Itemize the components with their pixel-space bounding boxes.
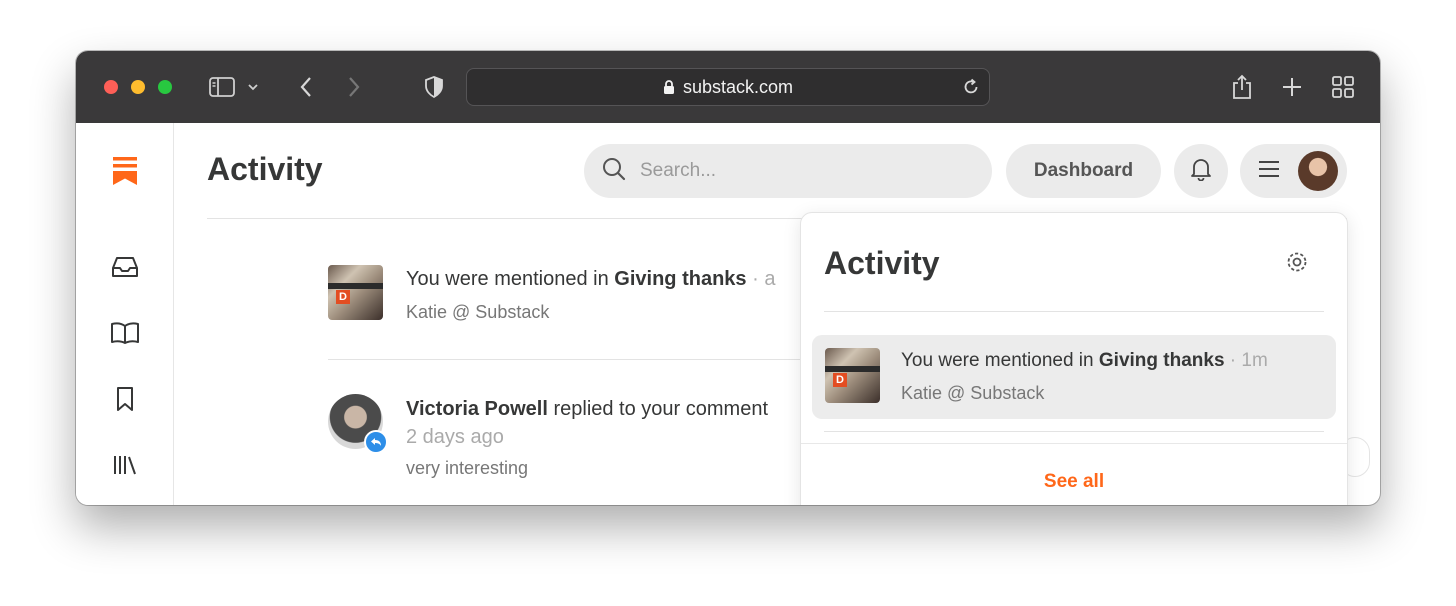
post-title[interactable]: Giving thanks xyxy=(614,268,746,290)
library-icon[interactable] xyxy=(111,451,139,479)
book-open-icon[interactable] xyxy=(111,319,139,347)
activity-text: You were mentioned in Giving thanks · 1m xyxy=(901,350,1268,371)
activity-text: You were mentioned in Giving thanks · a xyxy=(406,268,776,290)
close-window-button[interactable] xyxy=(104,80,118,94)
url-text: substack.com xyxy=(682,76,794,97)
hamburger-menu-icon xyxy=(1258,160,1280,183)
panel-title: Activity xyxy=(824,245,940,281)
minimize-window-button[interactable] xyxy=(131,80,145,94)
zoom-window-button[interactable] xyxy=(158,80,172,94)
activity-time: 1m xyxy=(1241,350,1268,371)
gear-icon[interactable] xyxy=(1283,248,1311,276)
share-icon[interactable] xyxy=(1228,73,1256,101)
lock-icon xyxy=(663,79,675,95)
shield-icon[interactable] xyxy=(420,73,448,101)
search-input[interactable] xyxy=(640,160,960,182)
see-all-link[interactable]: See all xyxy=(801,471,1347,493)
back-arrow-icon[interactable] xyxy=(292,73,320,101)
account-menu-button[interactable] xyxy=(1240,144,1347,198)
activity-dropdown-panel: Activity D You were mentioned in Giving … xyxy=(800,212,1348,505)
tab-overview-icon[interactable] xyxy=(1329,73,1357,101)
new-tab-icon[interactable] xyxy=(1278,73,1306,101)
bell-icon xyxy=(1190,157,1212,186)
post-thumbnail: D xyxy=(328,265,383,320)
browser-titlebar: substack.com xyxy=(76,51,1380,123)
activity-source: Katie @ Substack xyxy=(901,383,1045,403)
panel-divider xyxy=(824,431,1324,432)
panel-divider xyxy=(824,311,1324,312)
activity-text: Victoria Powell replied to your comment xyxy=(406,398,769,420)
post-title[interactable]: Giving thanks xyxy=(1099,350,1225,371)
substack-logo-icon[interactable] xyxy=(111,157,139,185)
left-sidebar xyxy=(76,123,174,505)
comment-text: very interesting xyxy=(406,458,529,478)
dashboard-button[interactable]: Dashboard xyxy=(1006,144,1161,198)
activity-source: Katie @ Substack xyxy=(406,302,550,322)
sidebar-toggle-icon[interactable] xyxy=(208,73,236,101)
user-avatar xyxy=(1298,151,1338,191)
search-icon xyxy=(602,157,626,186)
forward-arrow-icon[interactable] xyxy=(340,73,368,101)
address-bar[interactable]: substack.com xyxy=(466,68,990,106)
list-divider xyxy=(328,359,808,360)
reply-icon xyxy=(364,430,388,454)
post-thumbnail: D xyxy=(825,348,880,403)
panel-activity-item[interactable]: D You were mentioned in Giving thanks · … xyxy=(812,335,1336,419)
chevron-down-icon[interactable] xyxy=(244,73,262,101)
browser-window: substack.com Activity Search... Dashboar… xyxy=(76,51,1380,505)
reload-icon[interactable] xyxy=(961,77,981,97)
search-bar[interactable] xyxy=(584,144,992,198)
page-title: Activity xyxy=(207,151,323,187)
activity-time: 2 days ago xyxy=(406,426,504,448)
inbox-icon[interactable] xyxy=(111,253,139,281)
notifications-button[interactable] xyxy=(1174,144,1228,198)
bookmark-icon[interactable] xyxy=(111,385,139,413)
panel-footer-divider xyxy=(801,443,1347,444)
commenter-name[interactable]: Victoria Powell xyxy=(406,398,548,420)
